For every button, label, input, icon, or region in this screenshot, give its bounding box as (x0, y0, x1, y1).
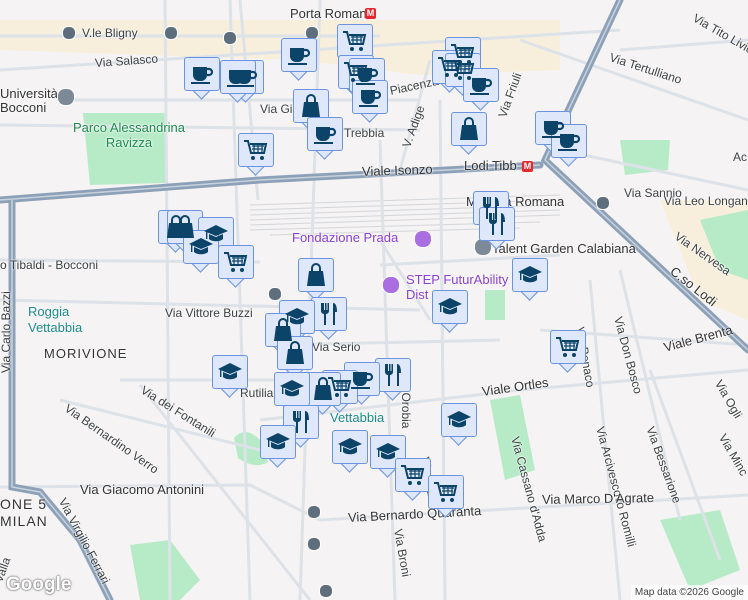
cafe-icon (307, 117, 343, 151)
cafe-marker[interactable] (184, 57, 220, 100)
bag-icon (451, 112, 487, 146)
label-via-giacomo-antonini: Via Giacomo Antonini (80, 482, 205, 497)
label-roggia: Roggia (28, 304, 70, 319)
cart-marker[interactable] (550, 330, 586, 373)
cafe-marker[interactable] (551, 124, 587, 167)
bag-marker[interactable] (451, 112, 487, 155)
cart-icon (238, 133, 274, 167)
museum-icon[interactable] (414, 230, 432, 248)
label-via-carlo-bazzi: Via Carlo Bazzi (0, 291, 13, 373)
metro-icon[interactable]: M (365, 8, 376, 19)
cafe-marker[interactable] (463, 68, 499, 111)
label-porta-romana: Porta Romana (290, 6, 374, 21)
food-marker[interactable] (479, 207, 515, 250)
label-via-vittore-buzzi: Via Vittore Buzzi (165, 306, 253, 320)
label-viale-bligny: V.le Bligny (82, 26, 138, 40)
map-attribution[interactable]: Map data ©2026 Google (630, 585, 748, 600)
label-milan: MILAN (0, 513, 48, 529)
bag-icon (298, 258, 334, 292)
tram-stop-icon[interactable] (319, 584, 333, 598)
label-step-futurability[interactable]: STEP FuturAbility (406, 272, 508, 287)
cart-icon (550, 330, 586, 364)
cart-marker[interactable] (395, 458, 431, 501)
school-icon (183, 230, 219, 264)
bag-marker[interactable] (298, 258, 334, 301)
school-marker[interactable] (512, 258, 548, 301)
label-municipio-5: ONE 5 (0, 496, 48, 512)
cafe-icon (551, 124, 587, 158)
tram-stop-icon[interactable] (62, 26, 76, 40)
food-marker[interactable] (375, 358, 411, 401)
label-fondazione-prada[interactable]: Fondazione Prada (292, 230, 398, 245)
food-icon (311, 297, 347, 331)
cart-marker[interactable] (218, 245, 254, 288)
label-via-leo-longanesi: Via Leo Longanesi (664, 194, 748, 208)
metro-icon[interactable]: M (522, 161, 533, 172)
label-bocconi: Bocconi (0, 100, 47, 115)
label-tibaldi-bocconi: o Tibaldi - Bocconi (0, 258, 99, 272)
label-universita: Università (0, 86, 58, 101)
school-marker[interactable] (183, 230, 219, 273)
cafe-marker[interactable] (281, 38, 317, 81)
label-via-serio: Via Serio (312, 340, 361, 354)
cafe-icon (184, 57, 220, 91)
label-trebbia: Trebbia (344, 126, 385, 140)
cart-icon (337, 24, 373, 58)
label-morivione: MORIVIONE (44, 346, 128, 361)
cafe-marker[interactable] (307, 117, 343, 160)
tram-stop-icon[interactable] (307, 505, 321, 519)
tram-stop-icon[interactable] (268, 287, 282, 301)
school-marker[interactable] (260, 425, 296, 468)
label-via-marco-dagrate: Via Marco D'Agrate (541, 490, 655, 507)
label-lodi-tibb: Lodi Tibb (464, 158, 517, 173)
bag-icon (277, 336, 313, 370)
school-icon (274, 372, 310, 406)
tram-stop-icon[interactable] (223, 31, 237, 45)
cafe-marker[interactable] (352, 80, 388, 123)
food-marker[interactable] (311, 297, 347, 340)
school-marker[interactable] (441, 403, 477, 446)
school-icon (441, 403, 477, 437)
bag-marker[interactable] (277, 336, 313, 379)
tram-stop-icon[interactable] (164, 26, 178, 40)
label-parco-ravizza: Parco Alessandrina Ravizza (72, 120, 185, 150)
cart-icon (218, 245, 254, 279)
school-icon (212, 355, 248, 389)
school-icon (432, 290, 468, 324)
school-icon (512, 258, 548, 292)
cart-marker[interactable] (428, 475, 464, 518)
train-station-icon[interactable] (596, 196, 610, 210)
school-poi-icon[interactable] (57, 88, 75, 106)
cart-icon (395, 458, 431, 492)
cafe-icon (220, 60, 256, 94)
school-icon (332, 430, 368, 464)
food-icon (479, 207, 515, 241)
label-vettabbia: Vettabbia (28, 320, 83, 335)
school-marker[interactable] (212, 355, 248, 398)
museum-icon[interactable] (382, 276, 400, 294)
label-step-dist[interactable]: Dist (406, 287, 428, 302)
label-ac: Ac (733, 150, 748, 164)
school-marker[interactable] (332, 430, 368, 473)
bag-icon (305, 372, 341, 406)
cafe-marker[interactable] (220, 60, 256, 103)
cafe-icon (281, 38, 317, 72)
label-viale-isonzo: Viale Isonzo (361, 161, 433, 179)
cafe-icon (352, 80, 388, 114)
google-logo[interactable]: Google (6, 574, 71, 596)
school-marker[interactable] (432, 290, 468, 333)
bag-icon (293, 89, 329, 123)
food-icon (375, 358, 411, 392)
tram-stop-icon[interactable] (307, 537, 321, 551)
school-icon (260, 425, 296, 459)
cart-marker[interactable] (238, 133, 274, 176)
cafe-icon (463, 68, 499, 102)
map-canvas[interactable]: Porta Romana M V.le Bligny Via Salasco U… (0, 0, 748, 600)
cart-icon (428, 475, 464, 509)
